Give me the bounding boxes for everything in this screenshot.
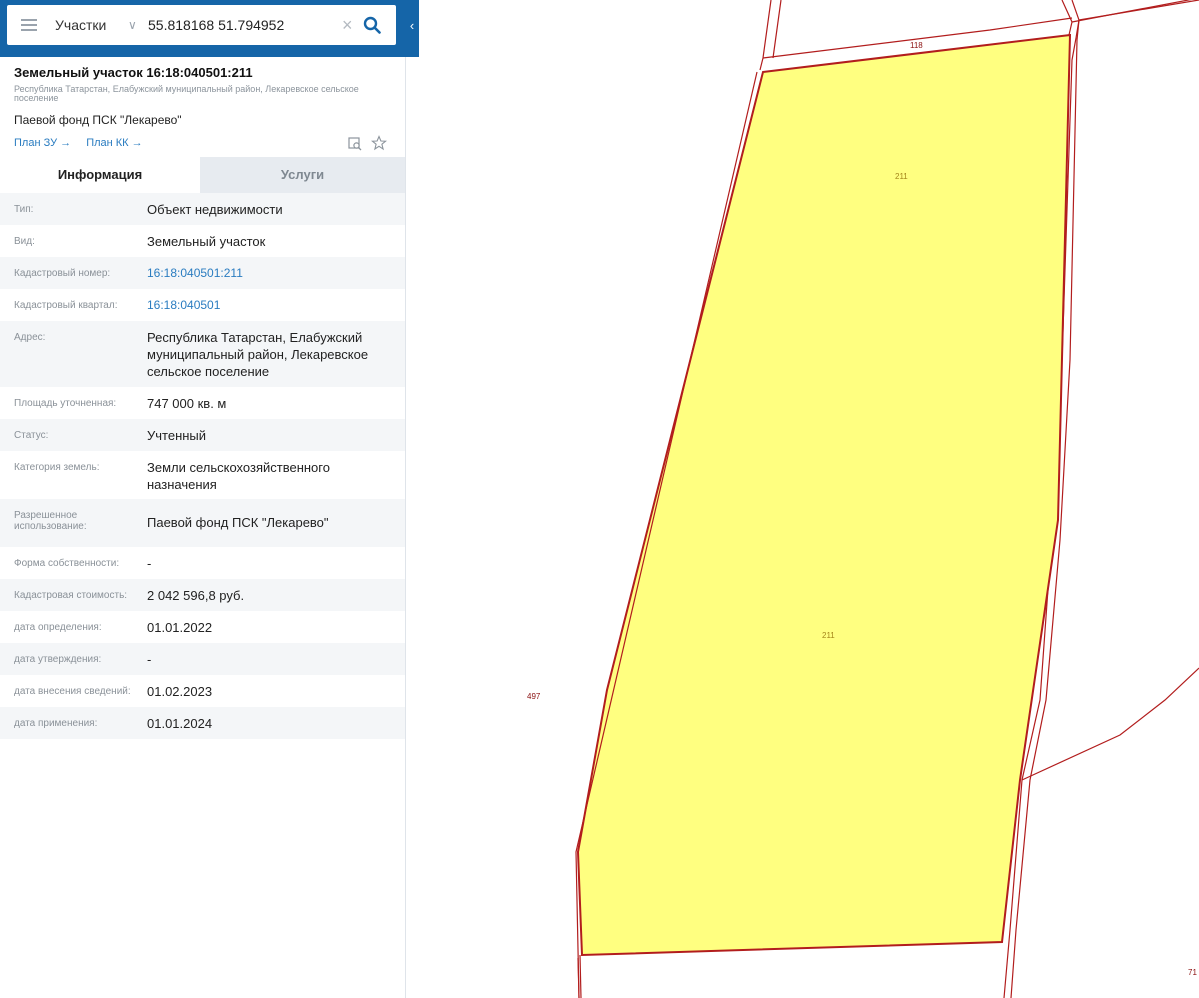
- info-row-ownership: Форма собственности: -: [0, 547, 405, 579]
- parcel-label-71: 71: [1188, 968, 1197, 977]
- layer-select[interactable]: Участки: [55, 5, 106, 45]
- info-label: Разрешенное использование:: [14, 510, 87, 532]
- info-label: дата внесения сведений:: [14, 686, 131, 697]
- info-label: Вид:: [14, 236, 35, 247]
- object-title: Земельный участок 16:18:040501:211: [14, 65, 253, 80]
- info-value: 2 042 596,8 руб.: [147, 588, 245, 603]
- info-value: 747 000 кв. м: [147, 396, 227, 411]
- info-row-address: Адрес: Республика Татарстан, Елабужский …: [0, 321, 405, 387]
- info-row-land-category: Категория земель: Земли сельскохозяйстве…: [0, 451, 405, 499]
- info-row-kind: Вид: Земельный участок: [0, 225, 405, 257]
- info-value: Земли сельскохозяйственного назначения: [147, 460, 330, 492]
- chevron-down-icon[interactable]: ∨: [128, 5, 137, 45]
- info-label: дата применения:: [14, 718, 98, 729]
- info-label: Адрес:: [14, 332, 46, 343]
- info-row-application-date: дата применения: 01.01.2024: [0, 707, 405, 739]
- info-row-determination-date: дата определения: 01.01.2022: [0, 611, 405, 643]
- object-address: Республика Татарстан, Елабужский муницип…: [14, 84, 359, 103]
- info-label: Категория земель:: [14, 462, 100, 473]
- tab-bar: Информация Услуги: [0, 157, 405, 193]
- info-value: 01.01.2024: [147, 716, 213, 731]
- info-value: Республика Татарстан, Елабужский муницип…: [147, 330, 369, 379]
- collapse-panel-button[interactable]: ‹: [405, 0, 419, 57]
- plan-links: План ЗУ → План КК →: [14, 137, 155, 149]
- info-label: Кадастровый квартал:: [14, 300, 118, 311]
- tab-services[interactable]: Услуги: [200, 157, 405, 193]
- object-header: Земельный участок 16:18:040501:211 Респу…: [0, 57, 405, 157]
- search-bar: Участки ∨ ×: [0, 0, 405, 57]
- cadastral-quarter-link[interactable]: 16:18:040501: [147, 297, 392, 314]
- search-icon[interactable]: [363, 16, 381, 34]
- info-label: Площадь уточненная:: [14, 398, 117, 409]
- info-label: дата определения:: [14, 622, 102, 633]
- info-label: Форма собственности:: [14, 558, 120, 569]
- menu-icon[interactable]: [21, 19, 37, 31]
- info-row-cadastral-value: Кадастровая стоимость: 2 042 596,8 руб.: [0, 579, 405, 611]
- info-row-entry-date: дата внесения сведений: 01.02.2023: [0, 675, 405, 707]
- info-value: Учтенный: [147, 428, 207, 443]
- info-label: Статус:: [14, 430, 49, 441]
- parcel-label-211-center: 211: [822, 631, 835, 640]
- parcel-label-118: 118: [910, 41, 923, 50]
- info-row-cadastral-number: Кадастровый номер: 16:18:040501:211: [0, 257, 405, 289]
- star-icon[interactable]: [371, 135, 387, 151]
- info-label: Кадастровый номер:: [14, 268, 111, 279]
- info-value: Паевой фонд ПСК "Лекарево": [147, 515, 329, 530]
- info-value: -: [147, 652, 152, 667]
- selected-parcel: [576, 33, 1072, 957]
- tab-information[interactable]: Информация: [0, 157, 200, 193]
- info-row-type: Тип: Объект недвижимости: [0, 193, 405, 225]
- close-icon[interactable]: ×: [342, 5, 353, 45]
- parcel-label-211-upper: 211: [895, 172, 908, 181]
- info-label: Тип:: [14, 204, 34, 215]
- plan-kk-link[interactable]: План КК →: [86, 137, 142, 149]
- info-table: Тип: Объект недвижимости Вид: Земельный …: [0, 193, 405, 739]
- info-value: 01.02.2023: [147, 684, 213, 699]
- info-value: 01.01.2022: [147, 620, 213, 635]
- info-panel: Участки ∨ × Земельный участок 16:18:0405…: [0, 0, 406, 998]
- info-row-approval-date: дата утверждения: -: [0, 643, 405, 675]
- info-row-area: Площадь уточненная: 747 000 кв. м: [0, 387, 405, 419]
- search-input[interactable]: [148, 13, 343, 37]
- info-row-permitted-use: Разрешенное использование: Паевой фонд П…: [0, 499, 405, 547]
- info-value: -: [147, 556, 152, 571]
- info-row-status: Статус: Учтенный: [0, 419, 405, 451]
- info-value: Земельный участок: [147, 234, 266, 249]
- zoom-to-object-icon[interactable]: [348, 137, 362, 151]
- info-label: дата утверждения:: [14, 654, 102, 665]
- search-box: Участки ∨ ×: [7, 5, 396, 45]
- object-use: Паевой фонд ПСК "Лекарево": [14, 113, 182, 127]
- info-value: Объект недвижимости: [147, 202, 283, 217]
- cadastral-number-link[interactable]: 16:18:040501:211: [147, 265, 392, 282]
- info-row-cadastral-quarter: Кадастровый квартал: 16:18:040501: [0, 289, 405, 321]
- plan-zu-link[interactable]: План ЗУ →: [14, 137, 71, 149]
- parcel-label-497: 497: [527, 692, 541, 701]
- info-label: Кадастровая стоимость:: [14, 590, 128, 601]
